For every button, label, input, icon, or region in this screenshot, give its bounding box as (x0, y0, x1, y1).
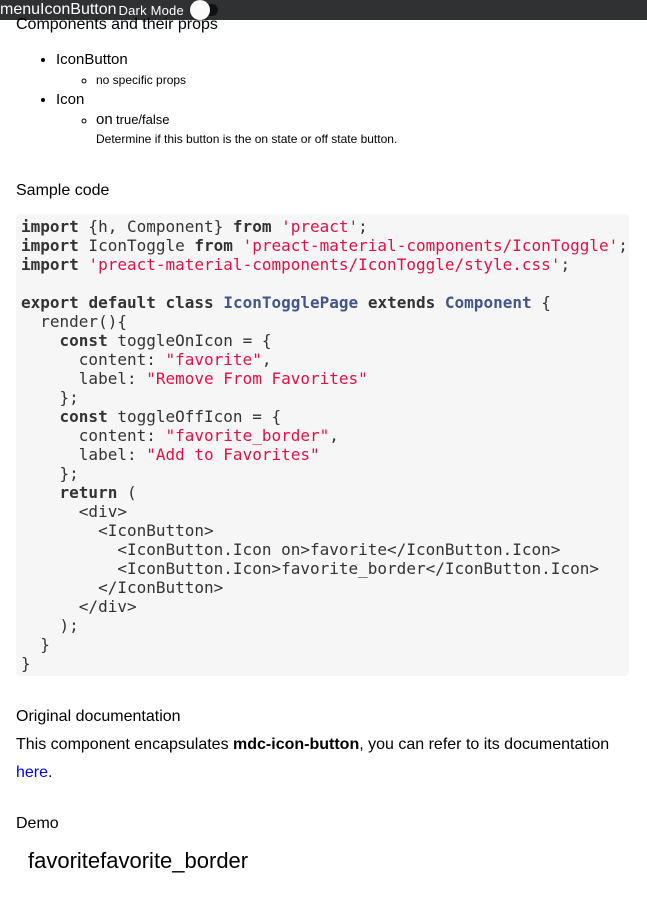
code-line: import IconToggle from 'preact-material-… (21, 236, 628, 255)
code-line: const toggleOffIcon = { (59, 407, 282, 426)
code-line: <IconButton> (21, 521, 214, 540)
props-section-title: Components and their props (16, 16, 218, 33)
component-name: IconButton (56, 51, 128, 68)
component-name: Icon (56, 91, 85, 108)
code-line: } (21, 635, 50, 654)
code-line: import 'preact-material-components/IconT… (21, 255, 571, 274)
component-item: IconButton no specific props (56, 50, 647, 90)
code-line: <IconButton.Icon on>favorite</IconButton… (21, 540, 561, 559)
demo-title: Demo (16, 815, 59, 832)
code-text: import {h, Component} from 'preact'; imp… (16, 214, 629, 673)
mdc-class-name: mdc-icon-button (233, 736, 360, 753)
prop-item: no specific props (96, 70, 647, 90)
code-line: return ( (59, 483, 137, 502)
code-line: ); (21, 616, 79, 635)
props-list: IconButton no specific props Icon on tru… (0, 50, 647, 148)
code-line: const toggleOnIcon = { (59, 331, 272, 350)
code-line: label: "Remove From Favorites" (21, 369, 368, 388)
code-line: }; (21, 388, 79, 407)
prop-name: on (96, 111, 113, 128)
code-line: }; (21, 464, 79, 483)
code-line: <IconButton.Icon>favorite_border</IconBu… (21, 559, 599, 578)
code-line: import {h, Component} from 'preact'; (21, 217, 368, 236)
prop-item: on true/false Determine if this button i… (96, 110, 647, 148)
docs-link[interactable]: here (16, 764, 48, 781)
code-line: export default class IconTogglePage exte… (21, 293, 551, 312)
sample-code-title: Sample code (16, 182, 110, 199)
prop-type: true/false (116, 112, 170, 127)
code-line: <div> (21, 502, 127, 521)
code-line: </div> (21, 597, 137, 616)
code-line: label: "Add to Favorites" (21, 445, 320, 464)
demo-icon-button[interactable]: favoritefavorite_border (28, 848, 248, 874)
code-line: content: "favorite_border", (21, 426, 339, 445)
code-line: } (21, 654, 31, 673)
docs-paragraph: This component encapsulates mdc-icon-but… (16, 736, 610, 781)
prop-description: Determine if this button is the on state… (96, 132, 398, 146)
prop-note: no specific props (96, 73, 187, 87)
docs-title: Original documentation (16, 708, 181, 725)
component-item: Icon on true/false Determine if this but… (56, 90, 647, 148)
code-block: import {h, Component} from 'preact'; imp… (16, 214, 629, 676)
code-line: render(){ (21, 312, 127, 331)
code-line: </IconButton> (21, 578, 224, 597)
code-line: content: "favorite", (21, 350, 272, 369)
